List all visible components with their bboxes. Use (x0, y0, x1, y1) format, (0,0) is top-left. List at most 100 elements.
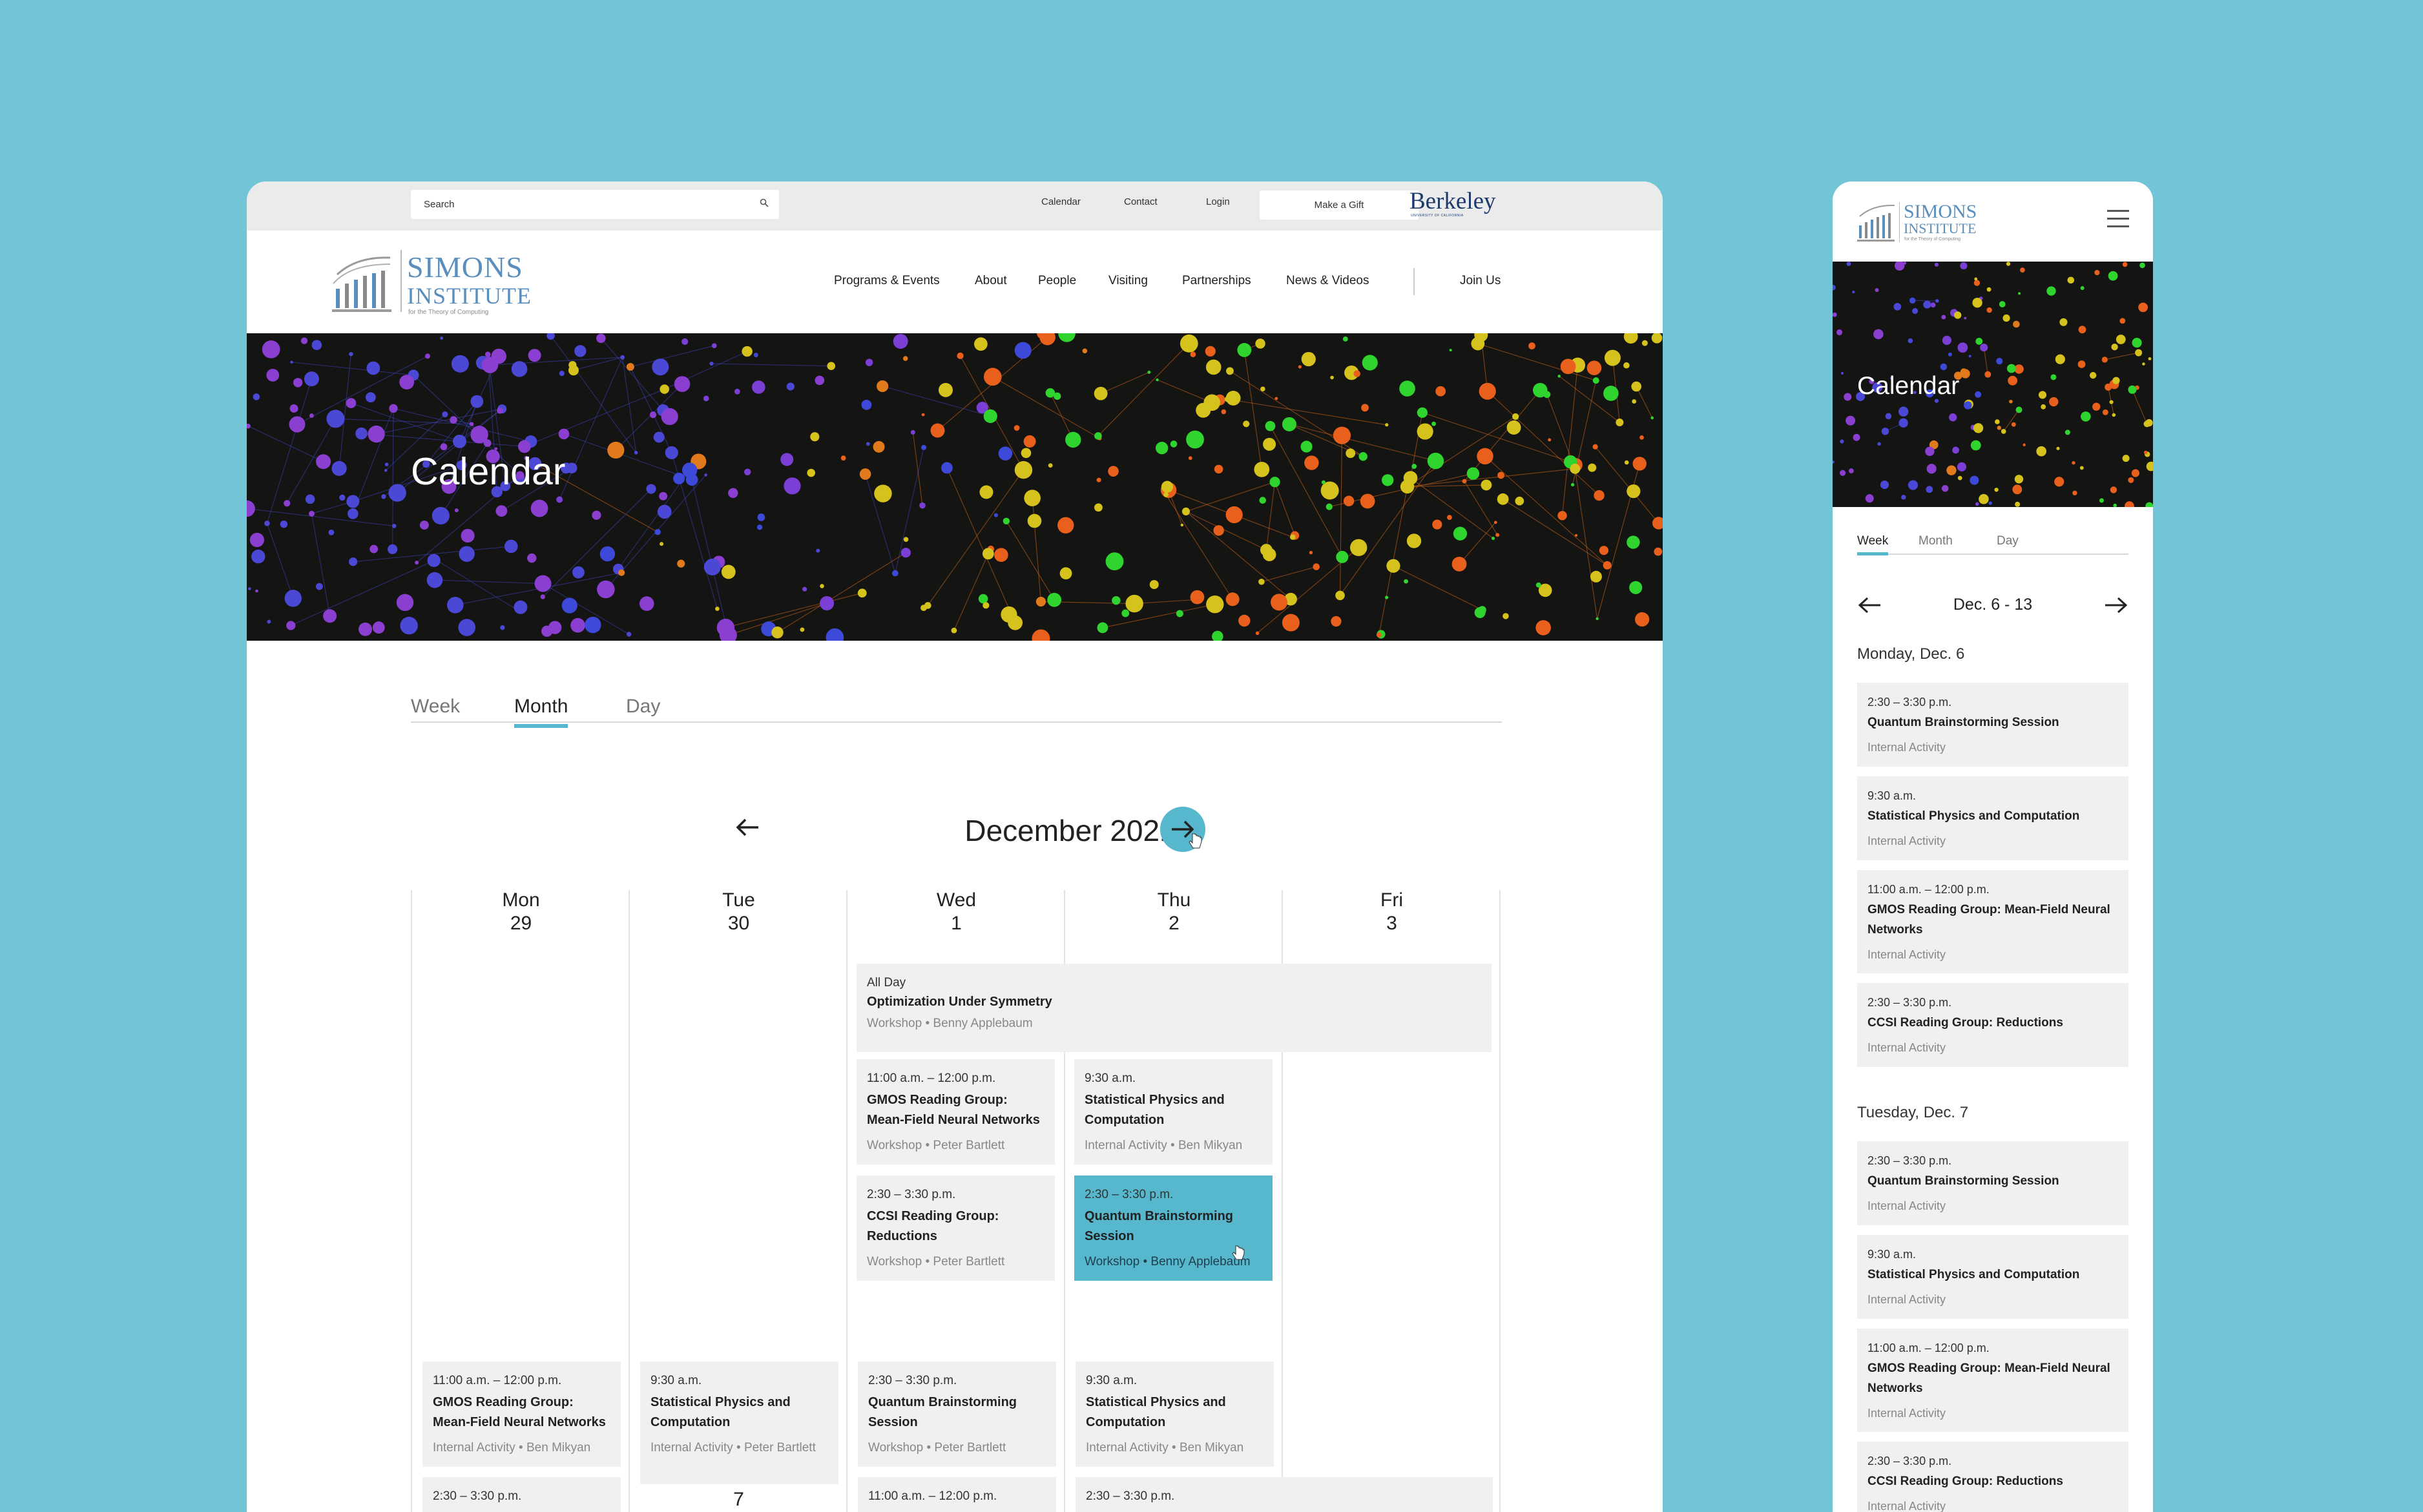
network-node (704, 473, 707, 477)
contact-link[interactable]: Contact (1124, 196, 1158, 207)
event-card[interactable]: 9:30 a.m. Statistical Physics and Comput… (1857, 1235, 2128, 1319)
network-node (1121, 609, 1130, 617)
event-card[interactable]: 2:30 – 3:30 p.m. Quantum Brainstorming S… (1857, 683, 2128, 767)
network-edge (1574, 468, 1598, 619)
tab-week[interactable]: Week (1857, 534, 1889, 555)
event-card[interactable]: 2:30 – 3:30 p.m. Quantum Brainstorming S… (858, 1362, 1056, 1467)
network-node (1909, 297, 1916, 304)
network-node (388, 484, 406, 502)
network-node (384, 469, 388, 472)
event-allday[interactable]: All Day Optimization Under Symmetry Work… (857, 964, 1492, 1052)
tab-day[interactable]: Day (626, 696, 660, 718)
network-node (469, 422, 474, 426)
network-node (1964, 316, 1967, 320)
search-input[interactable]: Search (411, 190, 779, 219)
event-card[interactable]: 2:30 – 3:30 p.m. (1076, 1477, 1493, 1512)
event-title: Statistical Physics and Computation (650, 1395, 791, 1429)
event-card[interactable]: 2:30 – 3:30 p.m. (422, 1477, 621, 1512)
tab-month[interactable]: Month (1919, 534, 1953, 548)
network-node (1908, 338, 1913, 344)
network-node (527, 553, 537, 563)
prev-week-button[interactable] (1855, 590, 1884, 620)
event-card[interactable]: 9:30 a.m. Statistical Physics and Comput… (640, 1362, 838, 1484)
network-node (861, 399, 872, 410)
network-node (1254, 462, 1270, 477)
tab-month[interactable]: Month (514, 696, 568, 728)
nav-news-videos[interactable]: News & Videos (1286, 274, 1369, 288)
network-node (1213, 525, 1224, 536)
event-card[interactable]: 11:00 a.m. – 12:00 p.m. GMOS Reading Gro… (857, 1059, 1055, 1165)
network-edge (1261, 566, 1316, 583)
network-node (1289, 534, 1296, 540)
network-node (349, 557, 358, 566)
network-node (2145, 419, 2153, 427)
event-time: 2:30 – 3:30 p.m. (1086, 1489, 1175, 1503)
calendar-link[interactable]: Calendar (1041, 196, 1081, 207)
network-node (540, 594, 546, 599)
network-node (548, 621, 562, 634)
network-edge (1185, 481, 1275, 512)
event-time: 9:30 a.m. (1867, 789, 1917, 802)
hamburger-menu-icon[interactable] (2107, 210, 2129, 229)
network-node (1271, 594, 1288, 611)
network-node (1599, 546, 1609, 555)
nav-people[interactable]: People (1038, 274, 1076, 288)
network-node (470, 426, 488, 444)
next-month-button[interactable] (1160, 807, 1205, 852)
event-card[interactable]: 11:00 a.m. – 12:00 p.m. GMOS Reading Gro… (1857, 1329, 2128, 1432)
event-card[interactable]: 2:30 – 3:30 p.m. CCSI Reading Group: Red… (1857, 983, 2128, 1067)
next-week-button[interactable] (2101, 590, 2131, 620)
network-node (998, 446, 1013, 461)
network-node (2078, 326, 2086, 334)
network-node (2002, 314, 2010, 322)
event-time: 2:30 – 3:30 p.m. (1867, 996, 1952, 1009)
network-node (1942, 335, 1951, 346)
network-edge (2132, 389, 2148, 424)
nav-programs-events[interactable]: Programs & Events (834, 274, 940, 288)
network-node (756, 524, 763, 530)
network-node (396, 594, 414, 611)
network-node (1023, 435, 1036, 448)
simons-logo[interactable]: SIMONS INSTITUTE for the Theory of Compu… (1856, 201, 1998, 246)
network-edge (542, 488, 652, 597)
event-card[interactable]: 11:00 a.m. – 12:00 p.m. GMOS Reading Gro… (422, 1362, 621, 1467)
berkeley-logo[interactable]: Berkeley UNIVERSITY OF CALIFORNIA (1409, 189, 1499, 220)
event-card[interactable]: 2:30 – 3:30 p.m. CCSI Reading Group: Red… (857, 1175, 1055, 1281)
network-node (1923, 300, 1931, 309)
event-card-highlighted[interactable]: 2:30 – 3:30 p.m. Quantum Brainstorming S… (1074, 1175, 1273, 1281)
network-node (1603, 386, 1619, 401)
make-a-gift-button[interactable]: Make a Gift (1260, 191, 1419, 220)
network-node (1097, 622, 1108, 634)
nav-about[interactable]: About (975, 274, 1007, 288)
search-icon[interactable] (760, 198, 769, 207)
network-node (941, 462, 953, 474)
hand-cursor-icon (1189, 833, 1202, 849)
nav-join-us[interactable]: Join Us (1460, 274, 1501, 288)
event-card[interactable]: 11:00 a.m. – 12:00 p.m. GMOS Reading Gro… (1857, 870, 2128, 973)
event-card[interactable]: 2:30 – 3:30 p.m. CCSI Reading Group: Red… (1857, 1442, 2128, 1512)
network-node (1948, 352, 1952, 357)
network-node (1960, 262, 1968, 270)
prev-month-button[interactable] (725, 805, 770, 850)
event-card[interactable]: 11:00 a.m. – 12:00 p.m. (858, 1477, 1056, 1512)
network-node (561, 597, 577, 614)
network-node (859, 468, 871, 480)
event-card[interactable]: 2:30 – 3:30 p.m. Quantum Brainstorming S… (1857, 1141, 2128, 1225)
event-card[interactable]: 9:30 a.m. Statistical Physics and Comput… (1074, 1059, 1273, 1165)
network-node (1027, 513, 1042, 528)
network-edge (266, 523, 294, 599)
login-link[interactable]: Login (1206, 196, 1230, 207)
network-node (419, 521, 429, 530)
tab-day[interactable]: Day (1997, 534, 2019, 548)
network-node (786, 382, 795, 391)
nav-partnerships[interactable]: Partnerships (1182, 274, 1251, 288)
nav-visiting[interactable]: Visiting (1108, 274, 1148, 288)
simons-logo[interactable]: SIMONS INSTITUTE for the Theory of Compu… (331, 250, 537, 316)
col-date: 1 (951, 913, 962, 934)
network-edge (247, 426, 324, 462)
event-card[interactable]: 9:30 a.m. Statistical Physics and Comput… (1857, 776, 2128, 860)
network-node (2142, 362, 2145, 366)
tab-week[interactable]: Week (411, 696, 460, 718)
network-node (1570, 482, 1575, 487)
event-card[interactable]: 9:30 a.m. Statistical Physics and Comput… (1076, 1362, 1274, 1467)
